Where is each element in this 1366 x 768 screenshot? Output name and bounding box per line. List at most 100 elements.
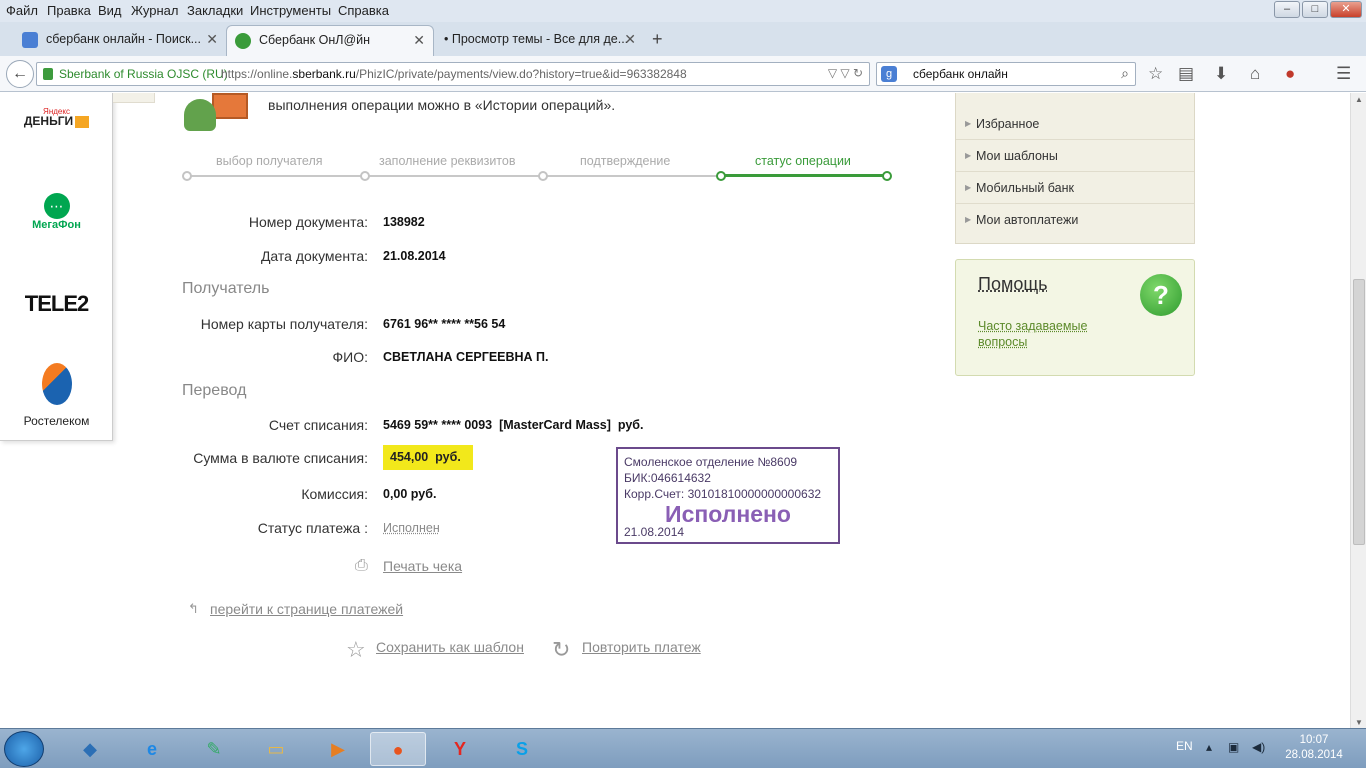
downloads-icon[interactable]: ⬇ xyxy=(1214,64,1228,84)
rostelecom-logo[interactable]: Ростелеком xyxy=(0,363,113,428)
sberbank-icon xyxy=(235,33,251,49)
menu-bookmarks[interactable]: Закладки xyxy=(187,3,243,18)
close-window-button[interactable]: ✕ xyxy=(1330,1,1362,18)
search-box[interactable]: g сбербанк онлайн ⌕ xyxy=(876,62,1136,86)
status-label: Статус платежа : xyxy=(257,520,368,536)
recipient-name: СВЕТЛАНА СЕРГЕЕВНА П. xyxy=(383,350,549,364)
transfer-section-title: Перевод xyxy=(182,382,247,399)
home-icon[interactable]: ⌂ xyxy=(1250,64,1260,84)
tab-label: • Просмотр темы - Все для де... xyxy=(444,32,629,46)
megafon-logo[interactable]: ⋯ МегаФон xyxy=(0,193,113,231)
scroll-down-icon[interactable]: ▼ xyxy=(1355,718,1363,727)
search-icon[interactable]: ⌕ xyxy=(1121,65,1129,82)
start-button[interactable] xyxy=(4,731,44,767)
sidebar-item-favorites[interactable]: ▶ Избранное xyxy=(956,108,1194,140)
help-title[interactable]: Помощь xyxy=(978,274,1048,295)
menu-icon[interactable]: ☰ xyxy=(1336,64,1351,84)
search-input[interactable]: сбербанк онлайн xyxy=(913,67,1008,81)
yandex-browser-icon[interactable]: Y xyxy=(432,732,488,766)
site-identity[interactable]: Sberbank of Russia OJSC (RU) xyxy=(59,67,228,81)
url-bar[interactable]: Sberbank of Russia OJSC (RU) https://onl… xyxy=(36,62,870,86)
url-text[interactable]: https://online.sberbank.ru/PhizIC/privat… xyxy=(221,67,687,81)
close-tab-icon[interactable]: ✕ xyxy=(206,25,218,54)
panel-tab-edge xyxy=(113,93,155,103)
menu-edit[interactable]: Правка xyxy=(47,3,91,18)
person-icon xyxy=(184,99,216,131)
bank-stamp: Смоленское отделение №8609 БИК:046614632… xyxy=(616,447,840,544)
scroll-thumb[interactable] xyxy=(1353,279,1365,545)
vertical-scrollbar[interactable]: ▲ ▼ xyxy=(1350,93,1366,729)
amount-label: Сумма в валюте списания: xyxy=(193,450,368,466)
close-tab-icon[interactable]: ✕ xyxy=(413,26,425,55)
tab-sberbank[interactable]: Сбербанк ОнЛ@йн ✕ xyxy=(226,25,434,56)
folder-icon[interactable]: ▭ xyxy=(248,732,304,766)
debit-account-label: Счет списания: xyxy=(268,417,368,433)
amount-value: 454,00 руб. xyxy=(383,445,473,470)
tab-search[interactable]: сбербанк онлайн - Поиск... ✕ xyxy=(14,25,226,56)
sidebar-item-mobile-bank[interactable]: ▶ Мобильный банк xyxy=(956,172,1194,204)
document-number: 138982 xyxy=(383,215,425,229)
menu-history[interactable]: Журнал xyxy=(131,3,178,18)
menu-view[interactable]: Вид xyxy=(98,3,122,18)
skype-icon[interactable]: S xyxy=(494,732,550,766)
sidebar-item-label: Мобильный банк xyxy=(976,181,1074,195)
url-domain: sberbank.ru xyxy=(292,67,356,81)
step-status: статус операции xyxy=(755,154,851,168)
back-button[interactable]: ← xyxy=(6,60,34,88)
left-logo-panel: Яндекс ДЕНЬГИ ⋯ МегаФон TELE2 Ростелеком xyxy=(0,93,113,441)
yandex-money-logo[interactable]: Яндекс ДЕНЬГИ xyxy=(0,107,113,128)
media-player-icon[interactable]: ▶ xyxy=(310,732,366,766)
fee-label: Комиссия: xyxy=(301,486,368,502)
close-tab-icon[interactable]: ✕ xyxy=(624,25,636,54)
maximize-button[interactable]: □ xyxy=(1302,1,1328,18)
url-path: /PhizIC/private/payments/view.do?history… xyxy=(355,67,687,81)
bookmark-star-icon[interactable]: ☆ xyxy=(1148,64,1163,84)
search-engine-icon[interactable]: g xyxy=(881,66,897,82)
system-clock[interactable]: 10:07 28.08.2014 xyxy=(1284,733,1344,763)
clock-date: 28.08.2014 xyxy=(1285,749,1343,761)
step-confirm: подтверждение xyxy=(580,154,671,168)
progress-steps: выбор получателя заполнение реквизитов п… xyxy=(182,149,894,189)
language-indicator[interactable]: EN xyxy=(1176,739,1193,753)
volume-icon[interactable]: ◀) xyxy=(1252,740,1265,754)
operation-icon xyxy=(182,93,248,131)
menu-tools[interactable]: Инструменты xyxy=(250,3,331,18)
tele2-logo[interactable]: TELE2 xyxy=(0,291,113,317)
firefox-icon[interactable]: ● xyxy=(370,732,426,766)
print-receipt-link[interactable]: Печать чека xyxy=(383,558,462,574)
arrow-icon: ▶ xyxy=(965,215,972,224)
tray-arrow-icon[interactable]: ▴ xyxy=(1206,740,1212,754)
sidebar-item-templates[interactable]: ▶ Мои шаблоны xyxy=(956,140,1194,172)
internet-explorer-icon[interactable]: e xyxy=(124,732,180,766)
arrow-icon: ▶ xyxy=(965,119,972,128)
adblock-icon[interactable]: ● xyxy=(1285,64,1295,84)
new-tab-button[interactable]: + xyxy=(652,25,674,56)
step-select-recipient: выбор получателя xyxy=(216,154,323,168)
repeat-payment-link[interactable]: Повторить платеж xyxy=(582,639,701,655)
explorer-app-icon[interactable]: ◆ xyxy=(62,732,118,766)
fee-value: 0,00 руб. xyxy=(383,487,437,501)
scroll-up-icon[interactable]: ▲ xyxy=(1355,95,1363,104)
tab-forum[interactable]: • Просмотр темы - Все для де... ✕ xyxy=(434,25,644,56)
tab-bar: сбербанк онлайн - Поиск... ✕ Сбербанк Он… xyxy=(0,22,1366,56)
step-dot xyxy=(360,171,370,181)
clock-time: 10:07 xyxy=(1299,734,1329,746)
menu-help[interactable]: Справка xyxy=(338,3,389,18)
debit-account: 5469 59** **** 0093 [MasterCard Mass] ру… xyxy=(383,418,644,432)
paint-app-icon[interactable]: ✎ xyxy=(186,732,242,766)
minimize-button[interactable]: – xyxy=(1274,1,1300,18)
sidebar-item-autopayments[interactable]: ▶ Мои автоплатежи xyxy=(956,204,1194,236)
rostelecom-text: Ростелеком xyxy=(23,414,90,428)
status-value[interactable]: Исполнен xyxy=(383,521,440,535)
network-icon[interactable]: ▣ xyxy=(1228,740,1239,754)
navigation-bar: ← Sberbank of Russia OJSC (RU) https://o… xyxy=(0,56,1366,92)
reload-icon[interactable]: ▽ ▽ ↻ xyxy=(828,66,863,80)
bookmarks-list-icon[interactable]: ▤ xyxy=(1178,64,1194,84)
menu-file[interactable]: Файл xyxy=(6,3,38,18)
back-to-payments-link[interactable]: перейти к странице платежей xyxy=(210,601,403,617)
faq-link[interactable]: Часто задаваемые вопросы xyxy=(978,318,1118,350)
stamp-status: Исполнено xyxy=(665,501,791,527)
save-template-link[interactable]: Сохранить как шаблон xyxy=(376,639,524,655)
back-arrow-icon: ↰ xyxy=(188,601,199,616)
help-question-icon[interactable]: ? xyxy=(1140,274,1182,316)
